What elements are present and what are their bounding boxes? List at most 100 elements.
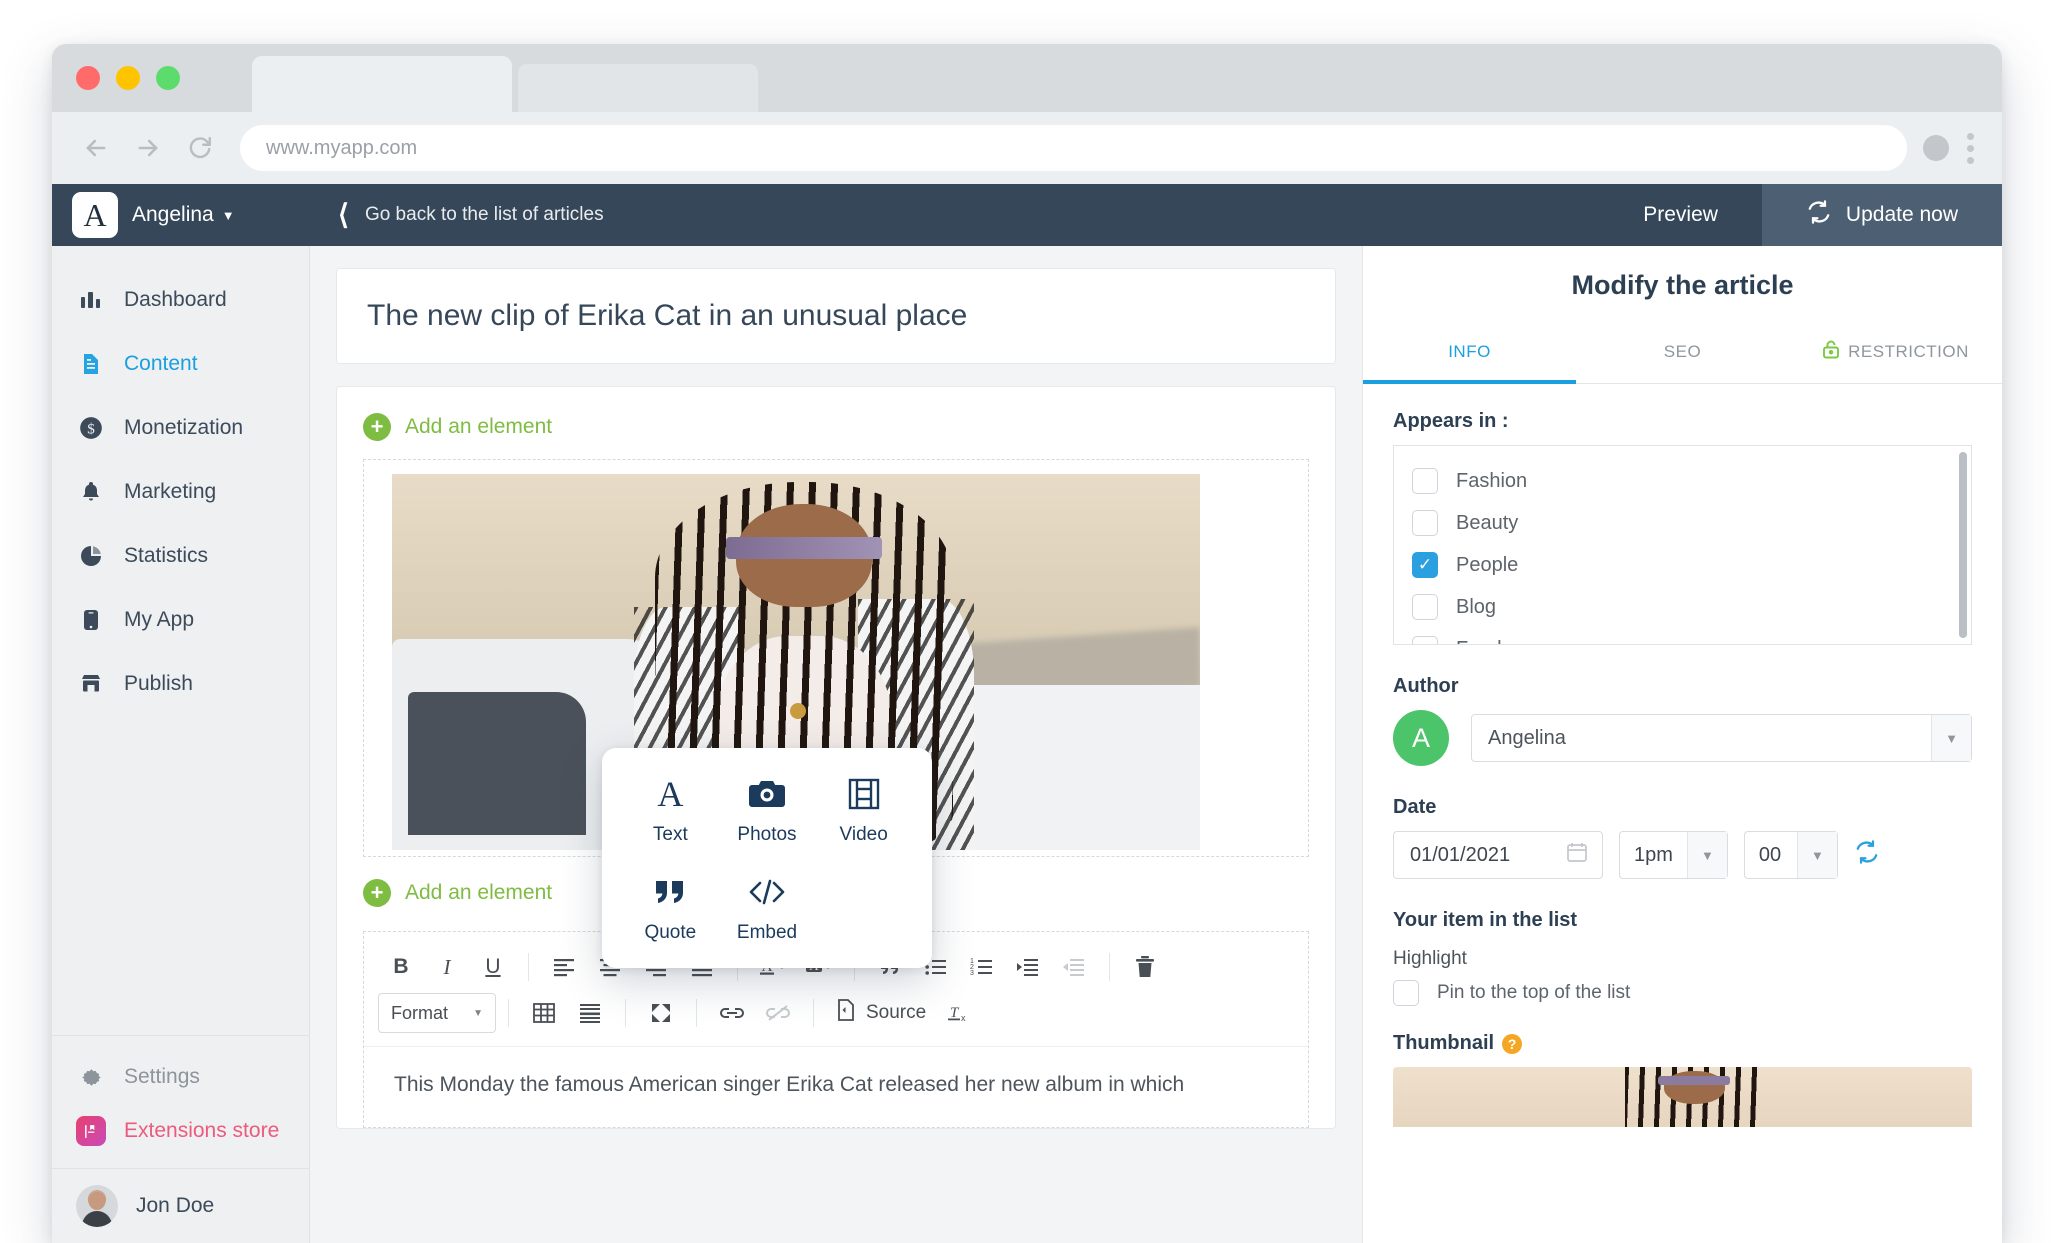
- reload-icon[interactable]: [178, 126, 222, 170]
- picker-option-quote[interactable]: Quote: [622, 872, 719, 944]
- align-left-icon[interactable]: [541, 946, 587, 988]
- calendar-icon[interactable]: [1566, 841, 1588, 869]
- store-icon: [76, 672, 106, 696]
- sidebar-item-dashboard[interactable]: Dashboard: [52, 268, 309, 332]
- document-icon: [76, 352, 106, 376]
- picker-option-video[interactable]: Video: [815, 774, 912, 846]
- thumbnail-preview[interactable]: [1393, 1067, 1972, 1127]
- picker-option-photos[interactable]: Photos: [719, 774, 816, 846]
- sidebar-item-statistics[interactable]: Statistics: [52, 524, 309, 588]
- minute-select[interactable]: 00 ▼: [1743, 831, 1838, 879]
- add-element-button-top[interactable]: + Add an element: [363, 413, 1309, 441]
- maximize-icon[interactable]: [638, 992, 684, 1034]
- lock-icon: [1822, 339, 1840, 365]
- tab-label: RESTRICTION: [1848, 342, 1969, 361]
- forward-icon[interactable]: [126, 126, 170, 170]
- trash-icon[interactable]: [1122, 946, 1168, 988]
- sidebar-item-my-app[interactable]: My App: [52, 588, 309, 652]
- category-label: Food: [1456, 638, 1502, 645]
- remove-format-icon[interactable]: Tx: [936, 992, 982, 1034]
- table-icon[interactable]: [521, 992, 567, 1034]
- category-row[interactable]: Food: [1412, 628, 1971, 645]
- date-input[interactable]: 01/01/2021: [1393, 831, 1603, 879]
- sidebar-item-label: Content: [124, 352, 198, 375]
- help-icon[interactable]: ?: [1502, 1033, 1523, 1054]
- kebab-menu-icon[interactable]: [1967, 132, 1974, 164]
- picker-option-text[interactable]: A Text: [622, 774, 719, 846]
- scrollbar-thumb[interactable]: [1959, 452, 1967, 638]
- source-button[interactable]: Source: [826, 999, 936, 1027]
- checkbox[interactable]: ✓: [1412, 552, 1438, 578]
- checkbox[interactable]: [1412, 636, 1438, 644]
- sidebar-item-label: My App: [124, 608, 195, 631]
- checkbox[interactable]: [1393, 980, 1419, 1006]
- checkbox[interactable]: [1412, 510, 1438, 536]
- maximize-window-button[interactable]: [156, 66, 180, 90]
- hour-select[interactable]: 1pm ▼: [1619, 831, 1728, 879]
- format-select[interactable]: Format ▼: [378, 993, 496, 1033]
- tab-restriction[interactable]: RESTRICTION: [1789, 323, 2002, 383]
- decrease-indent-icon[interactable]: [1051, 946, 1097, 988]
- picker-option-embed[interactable]: Embed: [719, 872, 816, 944]
- sidebar-item-content[interactable]: Content: [52, 332, 309, 396]
- date-label: Date: [1393, 796, 1437, 818]
- app-body: Dashboard Content $ Monetization Marketi…: [52, 246, 2002, 1243]
- pin-row[interactable]: Pin to the top of the list: [1393, 980, 1972, 1006]
- browser-tab-active[interactable]: [252, 56, 512, 112]
- bold-icon[interactable]: B: [378, 946, 424, 988]
- category-label: Beauty: [1456, 511, 1519, 534]
- underline-icon[interactable]: U: [470, 946, 516, 988]
- browser-profile-icon[interactable]: [1923, 135, 1949, 161]
- sidebar-item-label: Dashboard: [124, 288, 227, 311]
- chevron-down-icon[interactable]: ▼: [1796, 832, 1837, 878]
- svg-text:3: 3: [970, 970, 974, 977]
- category-row[interactable]: Fashion: [1412, 460, 1971, 502]
- sidebar-item-monetization[interactable]: $ Monetization: [52, 396, 309, 460]
- refresh-icon[interactable]: [1854, 839, 1880, 872]
- sidebar-item-marketing[interactable]: Marketing: [52, 460, 309, 524]
- checkbox[interactable]: [1412, 594, 1438, 620]
- italic-icon[interactable]: I: [424, 946, 470, 988]
- article-body-text[interactable]: This Monday the famous American singer E…: [364, 1047, 1308, 1127]
- url-input[interactable]: www.myapp.com: [240, 125, 1907, 171]
- article-title-field[interactable]: The new clip of Erika Cat in an unusual …: [336, 268, 1336, 364]
- link-icon[interactable]: [709, 992, 755, 1034]
- bar-chart-icon: [76, 288, 106, 312]
- minimize-window-button[interactable]: [116, 66, 140, 90]
- author-select[interactable]: Angelina ▼: [1471, 714, 1972, 762]
- toolbar-divider: [813, 999, 814, 1027]
- tab-info[interactable]: INFO: [1363, 323, 1576, 384]
- toolbar-divider: [1109, 953, 1110, 981]
- increase-indent-icon[interactable]: [1005, 946, 1051, 988]
- chevron-down-icon[interactable]: ▼: [1686, 832, 1727, 878]
- chevron-down-icon[interactable]: ▼: [1931, 715, 1971, 761]
- picker-grid: A Text Photos Video Quote Embed: [622, 774, 912, 944]
- screenshot-root: www.myapp.com A Angelina ▼ ⟨ Go back to …: [0, 0, 2053, 1243]
- categories-checklist[interactable]: Fashion Beauty ✓ People Blog: [1393, 445, 1972, 645]
- update-now-button[interactable]: Update now: [1761, 184, 2002, 246]
- sidebar-user-block[interactable]: Jon Doe: [52, 1168, 309, 1243]
- preview-label: Preview: [1643, 203, 1718, 226]
- chevron-down-icon[interactable]: ▼: [222, 208, 235, 223]
- tab-seo[interactable]: SEO: [1576, 323, 1789, 383]
- picker-option-label: Quote: [644, 922, 697, 943]
- preview-button[interactable]: Preview: [1599, 184, 1762, 246]
- unlink-icon[interactable]: [755, 992, 801, 1034]
- checkbox[interactable]: [1412, 468, 1438, 494]
- go-back-link[interactable]: ⟨ Go back to the list of articles: [310, 184, 1599, 246]
- date-row: 01/01/2021 1pm ▼ 00 ▼: [1393, 831, 1972, 879]
- brand-block[interactable]: A Angelina ▼: [52, 184, 310, 246]
- sidebar-item-extensions-store[interactable]: Extensions store: [52, 1104, 309, 1158]
- category-row[interactable]: ✓ People: [1412, 544, 1971, 586]
- close-window-button[interactable]: [76, 66, 100, 90]
- refresh-icon: [1806, 199, 1832, 231]
- hour-value: 1pm: [1634, 843, 1673, 866]
- browser-tab-inactive[interactable]: [518, 64, 758, 112]
- category-row[interactable]: Beauty: [1412, 502, 1971, 544]
- horizontal-rule-icon[interactable]: [567, 992, 613, 1034]
- sidebar-item-settings[interactable]: Settings: [52, 1050, 309, 1104]
- numbered-list-icon[interactable]: 123: [959, 946, 1005, 988]
- category-row[interactable]: Blog: [1412, 586, 1971, 628]
- back-icon[interactable]: [74, 126, 118, 170]
- sidebar-item-publish[interactable]: Publish: [52, 652, 309, 716]
